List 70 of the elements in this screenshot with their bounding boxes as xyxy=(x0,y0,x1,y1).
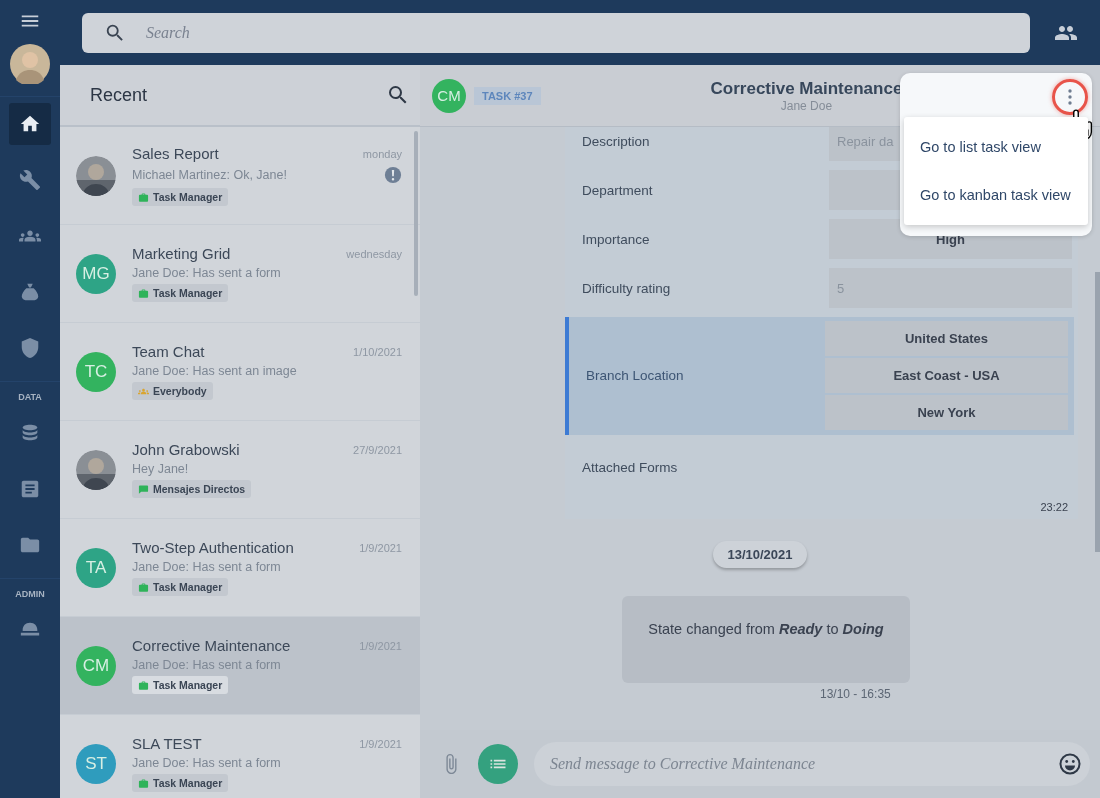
tag-label: Task Manager xyxy=(153,581,223,593)
field-label: Description xyxy=(582,133,651,149)
conversation-item[interactable]: TC Team Chat 1/10/2021 Jane Doe: Has sent an image Everybody xyxy=(60,323,420,421)
timestamp: 1/10/2021 xyxy=(353,345,402,358)
message-time: 23:22 xyxy=(1040,501,1068,513)
field-label: Importance xyxy=(582,231,651,247)
section-label: DATA xyxy=(18,392,42,402)
conversation-name: Two-Step Authentication xyxy=(132,539,294,556)
wrench-icon xyxy=(19,169,41,191)
message-preview: Jane Doe: Has sent a form xyxy=(132,266,281,280)
scrollbar[interactable] xyxy=(414,131,418,296)
conversation-item[interactable]: ST SLA TEST 1/9/2021 Jane Doe: Has sent a form Task Manager xyxy=(60,715,420,798)
field-label: Attached Forms xyxy=(582,460,679,475)
search-field[interactable]: Search xyxy=(82,12,1030,53)
message-preview: Michael Martinez: Ok, Jane! xyxy=(132,168,287,182)
avatar: ST xyxy=(76,743,116,784)
message-preview: Jane Doe: Has sent a form xyxy=(132,658,281,672)
user-avatar[interactable] xyxy=(10,44,50,84)
field-value: East Coast - USA xyxy=(825,358,1068,393)
message-preview: Jane Doe: Has sent a form xyxy=(132,756,281,770)
shield-icon xyxy=(19,337,41,359)
menu-item[interactable]: Go to list task view xyxy=(904,123,1088,171)
field-value: New York xyxy=(825,395,1068,430)
avatar: TC xyxy=(76,351,116,392)
conversation-item[interactable]: John Grabowski 27/9/2021 Hey Jane! Mensajes Directos xyxy=(60,421,420,519)
avatar: MG xyxy=(76,253,116,294)
section-label: ADMIN xyxy=(15,589,45,599)
avatar: CM xyxy=(76,645,116,686)
panel-title: Recent xyxy=(90,84,148,106)
timestamp: 1/9/2021 xyxy=(359,737,402,750)
scrollbar[interactable] xyxy=(1095,272,1100,552)
timestamp: wednesday xyxy=(346,247,402,260)
conversation-name: Corrective Maintenance xyxy=(132,637,291,654)
field-label: Difficulty rating xyxy=(582,280,672,296)
money-bag-icon xyxy=(19,281,41,303)
conversation-name: Team Chat xyxy=(132,343,205,360)
field-label: Department xyxy=(582,182,654,198)
message-preview: Jane Doe: Has sent a form xyxy=(132,560,281,574)
nav-item[interactable] xyxy=(9,103,51,145)
system-message: State changed from Ready to Doing xyxy=(622,596,910,683)
conversation-name: Sales Report xyxy=(132,145,219,162)
task-badge: TASK #37 xyxy=(474,86,541,105)
timestamp: 1/9/2021 xyxy=(359,541,402,554)
kebab-icon xyxy=(1068,89,1072,105)
timestamp: monday xyxy=(362,147,402,160)
tag-label: Task Manager xyxy=(153,287,223,299)
tag-label: Everybody xyxy=(153,385,207,397)
timestamp: 27/9/2021 xyxy=(353,443,402,456)
chat-subtitle: Jane Doe xyxy=(780,98,833,113)
emoji-icon[interactable] xyxy=(1058,752,1082,776)
forms-button[interactable] xyxy=(478,744,518,784)
tag-label: Task Manager xyxy=(153,191,223,203)
tag-label: Task Manager xyxy=(153,679,223,691)
tag-label: Mensajes Directos xyxy=(153,483,246,495)
conversation-name: John Grabowski xyxy=(132,441,240,458)
date-chip: 13/10/2021 xyxy=(713,541,807,568)
avatar: TA xyxy=(76,547,116,588)
conversation-name: SLA TEST xyxy=(132,735,202,752)
message-time: 13/10 - 16:35 xyxy=(820,687,891,701)
message-field[interactable]: Send message to Corrective Maintenance xyxy=(534,742,1090,786)
avatar: CM xyxy=(432,78,466,113)
document-icon xyxy=(19,478,41,500)
menu-item[interactable]: Go to kanban task view xyxy=(904,171,1088,219)
field-label: Branch Location xyxy=(586,368,685,383)
message-preview: Jane Doe: Has sent an image xyxy=(132,364,297,378)
field-value: United States xyxy=(825,321,1068,356)
conversation-name: Marketing Grid xyxy=(132,245,231,262)
chat-title: Corrective Maintenance xyxy=(710,78,903,99)
message-preview: Hey Jane! xyxy=(132,462,189,476)
tag-label: Task Manager xyxy=(153,777,223,789)
